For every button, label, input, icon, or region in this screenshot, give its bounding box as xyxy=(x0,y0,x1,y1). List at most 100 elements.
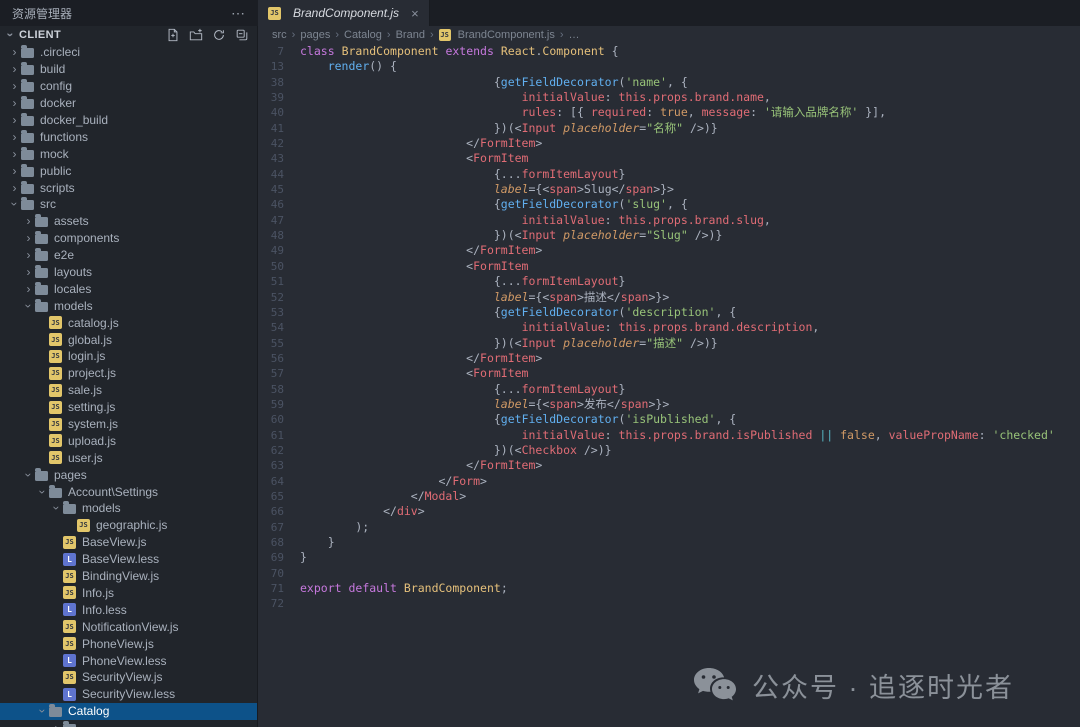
tree-item-login-js[interactable]: JSlogin.js xyxy=(0,348,257,365)
code-lines[interactable]: 7class BrandComponent extends React.Comp… xyxy=(258,44,1080,727)
code-line[interactable]: 69} xyxy=(258,550,1080,565)
tab-label: BrandComponent.js xyxy=(293,6,399,20)
tree-item-models[interactable]: models xyxy=(0,297,257,314)
tree-item-docker[interactable]: docker xyxy=(0,95,257,112)
new-file-icon[interactable] xyxy=(166,28,180,42)
breadcrumb-item[interactable]: … xyxy=(569,29,580,41)
code-line[interactable]: 64 </Form> xyxy=(258,474,1080,489)
code-line[interactable]: 51 {...formItemLayout} xyxy=(258,274,1080,289)
explorer-sidebar: CLIENT .circlecibuildconfigdockerdocker_… xyxy=(0,26,258,727)
breadcrumb-item[interactable]: src xyxy=(272,29,287,41)
code-text: </Form> xyxy=(300,474,487,489)
tree-item-build[interactable]: build xyxy=(0,61,257,78)
code-line[interactable]: 71export default BrandComponent; xyxy=(258,581,1080,596)
tree-item-phoneview-less[interactable]: LPhoneView.less xyxy=(0,652,257,669)
tree-item-info-js[interactable]: JSInfo.js xyxy=(0,585,257,602)
code-line[interactable]: 44 {...formItemLayout} xyxy=(258,167,1080,182)
tree-item-layouts[interactable]: layouts xyxy=(0,264,257,281)
tree-item-bindingview-js[interactable]: JSBindingView.js xyxy=(0,568,257,585)
close-icon[interactable]: × xyxy=(411,6,419,21)
new-folder-icon[interactable] xyxy=(189,28,203,42)
code-line[interactable]: 49 </FormItem> xyxy=(258,243,1080,258)
tree-item-functions[interactable]: functions xyxy=(0,128,257,145)
code-line[interactable]: 46 {getFieldDecorator('slug', { xyxy=(258,197,1080,212)
tree-item-system-js[interactable]: JSsystem.js xyxy=(0,416,257,433)
code-line[interactable]: 13 render() { xyxy=(258,59,1080,74)
code-line[interactable]: 63 </FormItem> xyxy=(258,458,1080,473)
tree-item-securityview-js[interactable]: JSSecurityView.js xyxy=(0,669,257,686)
tree-item-models[interactable]: models xyxy=(0,500,257,517)
code-line[interactable]: 65 </Modal> xyxy=(258,489,1080,504)
breadcrumb-item[interactable]: Brand xyxy=(396,29,425,41)
code-line[interactable]: 55 })(<Input placeholder="描述" />)} xyxy=(258,336,1080,351)
tree-item-global-js[interactable]: JSglobal.js xyxy=(0,331,257,348)
tab-brandcomponent-js[interactable]: JS BrandComponent.js × xyxy=(258,0,430,26)
code-line[interactable]: 67 ); xyxy=(258,520,1080,535)
collapse-folders-icon[interactable] xyxy=(235,28,249,42)
tree-item-baseview-js[interactable]: JSBaseView.js xyxy=(0,534,257,551)
tree-item-mock[interactable]: mock xyxy=(0,145,257,162)
tree-item-label: project.js xyxy=(68,366,116,380)
code-line[interactable]: 58 {...formItemLayout} xyxy=(258,382,1080,397)
code-line[interactable]: 50 <FormItem xyxy=(258,259,1080,274)
tree-item-public[interactable]: public xyxy=(0,162,257,179)
tree-item-sale-js[interactable]: JSsale.js xyxy=(0,382,257,399)
tree-item-notificationview-js[interactable]: JSNotificationView.js xyxy=(0,618,257,635)
code-line[interactable]: 68 } xyxy=(258,535,1080,550)
code-line[interactable]: 59 label={<span>发布</span>}> xyxy=(258,397,1080,412)
tree-item-docker-build[interactable]: docker_build xyxy=(0,112,257,129)
code-line[interactable]: 61 initialValue: this.props.brand.isPubl… xyxy=(258,428,1080,443)
breadcrumb-item[interactable]: pages xyxy=(300,29,330,41)
code-line[interactable]: 48 })(<Input placeholder="Slug" />)} xyxy=(258,228,1080,243)
tree-item-info-less[interactable]: LInfo.less xyxy=(0,601,257,618)
code-line[interactable]: 47 initialValue: this.props.brand.slug, xyxy=(258,213,1080,228)
code-line[interactable]: 54 initialValue: this.props.brand.descri… xyxy=(258,320,1080,335)
explorer-root-header[interactable]: CLIENT xyxy=(0,26,257,44)
code-line[interactable]: 62 })(<Checkbox />)} xyxy=(258,443,1080,458)
more-actions-icon[interactable]: ⋯ xyxy=(231,5,246,22)
tree-item-account-settings[interactable]: Account\Settings xyxy=(0,483,257,500)
breadcrumb-item[interactable]: BrandComponent.js xyxy=(458,29,555,41)
tree-item-components[interactable]: components xyxy=(0,230,257,247)
code-line[interactable]: 66 </div> xyxy=(258,504,1080,519)
breadcrumb-item[interactable]: Catalog xyxy=(344,29,382,41)
code-line[interactable]: 57 <FormItem xyxy=(258,366,1080,381)
tree-item-label: setting.js xyxy=(68,400,115,414)
tree-item-catalog-js[interactable]: JScatalog.js xyxy=(0,314,257,331)
tree-item-phoneview-js[interactable]: JSPhoneView.js xyxy=(0,635,257,652)
tree-item-src[interactable]: src xyxy=(0,196,257,213)
tree-item-catalog[interactable]: Catalog xyxy=(0,703,257,720)
tree-item-scripts[interactable]: scripts xyxy=(0,179,257,196)
tree-item-project-js[interactable]: JSproject.js xyxy=(0,365,257,382)
tree-item-baseview-less[interactable]: LBaseView.less xyxy=(0,551,257,568)
code-line[interactable]: 70 xyxy=(258,566,1080,581)
tree-item-assets[interactable]: assets xyxy=(0,213,257,230)
tree-item-setting-js[interactable]: JSsetting.js xyxy=(0,399,257,416)
code-line[interactable]: 38 {getFieldDecorator('name', { xyxy=(258,75,1080,90)
code-line[interactable]: 56 </FormItem> xyxy=(258,351,1080,366)
code-line[interactable]: 52 label={<span>描述</span>}> xyxy=(258,290,1080,305)
code-line[interactable]: 60 {getFieldDecorator('isPublished', { xyxy=(258,412,1080,427)
code-line[interactable]: 45 label={<span>Slug</span>}> xyxy=(258,182,1080,197)
tree-item-user-js[interactable]: JSuser.js xyxy=(0,449,257,466)
code-line[interactable]: 43 <FormItem xyxy=(258,151,1080,166)
code-line[interactable]: 40 rules: [{ required: true, message: '请… xyxy=(258,105,1080,120)
code-line[interactable]: 53 {getFieldDecorator('description', { xyxy=(258,305,1080,320)
code-line[interactable]: 42 </FormItem> xyxy=(258,136,1080,151)
tree-item-geographic-js[interactable]: JSgeographic.js xyxy=(0,517,257,534)
tree-item-e2e[interactable]: e2e xyxy=(0,247,257,264)
code-text: {getFieldDecorator('description', { xyxy=(300,305,736,320)
tree-item-securityview-less[interactable]: LSecurityView.less xyxy=(0,686,257,703)
tree-item-upload-js[interactable]: JSupload.js xyxy=(0,432,257,449)
code-line[interactable]: 7class BrandComponent extends React.Comp… xyxy=(258,44,1080,59)
tree-item-partial[interactable] xyxy=(0,720,257,727)
tree-item-circleci[interactable]: .circleci xyxy=(0,44,257,61)
tree-item-pages[interactable]: pages xyxy=(0,466,257,483)
code-line[interactable]: 72 xyxy=(258,596,1080,611)
code-line[interactable]: 41 })(<Input placeholder="名称" />)} xyxy=(258,121,1080,136)
refresh-icon[interactable] xyxy=(212,28,226,42)
tree-item-config[interactable]: config xyxy=(0,78,257,95)
chevron-right-icon xyxy=(8,182,21,194)
tree-item-locales[interactable]: locales xyxy=(0,280,257,297)
code-line[interactable]: 39 initialValue: this.props.brand.name, xyxy=(258,90,1080,105)
